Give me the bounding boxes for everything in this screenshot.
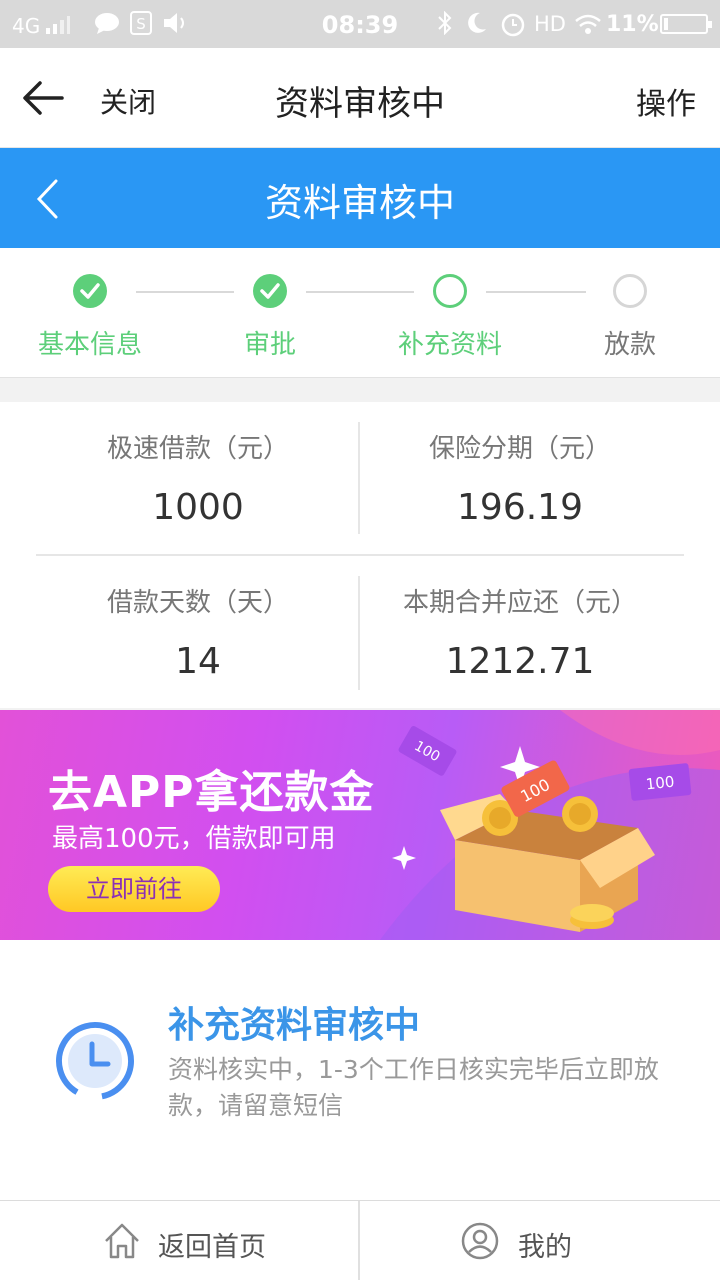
vertical-divider xyxy=(358,576,360,690)
loan-days-value: 14 xyxy=(175,641,221,682)
loan-days-label: 借款天数（天） xyxy=(106,588,289,618)
step-connector xyxy=(306,291,414,293)
loan-days-cell: 借款天数（天） 14 xyxy=(18,582,378,682)
insurance-cell: 保险分期（元） 196.19 xyxy=(340,428,700,528)
step-label-basic-info: 基本信息 xyxy=(37,330,142,360)
step-connector xyxy=(486,291,586,293)
repay-cell: 本期合并应还（元） 1212.71 xyxy=(340,582,700,682)
step-label-disburse: 放款 xyxy=(603,330,656,360)
operate-button[interactable]: 操作 xyxy=(636,79,696,123)
mine-button[interactable]: 我的 xyxy=(360,1201,718,1280)
insurance-label: 保险分期（元） xyxy=(428,434,611,464)
review-title: 补充资料审核中 xyxy=(168,1005,421,1046)
hd-label: HD xyxy=(534,12,566,36)
app-header: 关闭 资料审核中 操作 xyxy=(0,48,720,148)
ticket-label-1: 100 xyxy=(517,775,553,806)
step-connector xyxy=(136,291,234,293)
clock-icon xyxy=(56,1022,134,1100)
banner-subtitle: 最高100元，借款即可用 xyxy=(52,824,336,854)
repay-value: 1212.71 xyxy=(445,641,595,682)
battery-icon xyxy=(660,14,712,34)
wifi-icon xyxy=(575,14,601,34)
loan-amount-value: 1000 xyxy=(152,487,244,528)
home-icon xyxy=(105,1223,139,1259)
bottom-nav: 返回首页 我的 xyxy=(0,1200,720,1280)
step-4-pending-icon xyxy=(613,274,647,308)
insurance-value: 196.19 xyxy=(457,487,583,528)
blue-bar-title: 资料审核中 xyxy=(264,181,455,225)
home-button[interactable]: 返回首页 xyxy=(0,1201,358,1280)
step-label-approval: 审批 xyxy=(243,330,296,360)
review-status: 补充资料审核中 资料核实中，1-3个工作日核实完毕后立即放款，请留意短信 xyxy=(0,940,720,1200)
banner-title: 去APP拿还款金 xyxy=(48,767,375,818)
battery-fill xyxy=(664,18,668,30)
screen: 4G S 08:39 HD 11% 关闭 资料审核中 操作 资料审核中 基本信息… xyxy=(0,0,720,1280)
blue-title-bar: 资料审核中 xyxy=(0,148,720,248)
ticket-label-3: 100 xyxy=(645,773,675,794)
loan-amount-label: 极速借款（元） xyxy=(106,434,289,464)
loan-info-grid: 极速借款（元） 1000 保险分期（元） 196.19 借款天数（天） 14 本… xyxy=(0,402,720,708)
progress-steps: 基本信息 审批 补充资料 放款 xyxy=(0,248,720,378)
bluetooth-icon xyxy=(438,11,452,35)
mine-label: 我的 xyxy=(518,1232,572,1263)
promo-banner[interactable]: 100 100 100 去APP拿还款金 最高100元，借款即可用 立即前往 xyxy=(0,710,720,940)
review-description: 资料核实中，1-3个工作日核实完毕后立即放款，请留意短信 xyxy=(168,1055,659,1120)
step-2-check-icon xyxy=(253,274,287,308)
battery-percent: 11% xyxy=(606,12,659,37)
user-icon xyxy=(461,1222,499,1260)
vertical-divider xyxy=(358,422,360,534)
page-title: 资料审核中 xyxy=(275,84,445,124)
alarm-icon xyxy=(501,13,525,37)
repay-label: 本期合并应还（元） xyxy=(402,588,637,618)
status-bar: 4G S 08:39 HD 11% xyxy=(0,0,720,48)
home-label: 返回首页 xyxy=(158,1232,266,1263)
horizontal-divider xyxy=(36,554,684,556)
step-3-current-icon xyxy=(433,274,467,308)
loan-amount-cell: 极速借款（元） 1000 xyxy=(18,428,378,528)
ticket-label-2: 100 xyxy=(411,738,442,765)
moon-icon xyxy=(468,12,486,33)
step-1-check-icon xyxy=(73,274,107,308)
step-label-supplement: 补充资料 xyxy=(397,330,502,360)
go-now-button[interactable]: 立即前往 xyxy=(48,866,220,912)
